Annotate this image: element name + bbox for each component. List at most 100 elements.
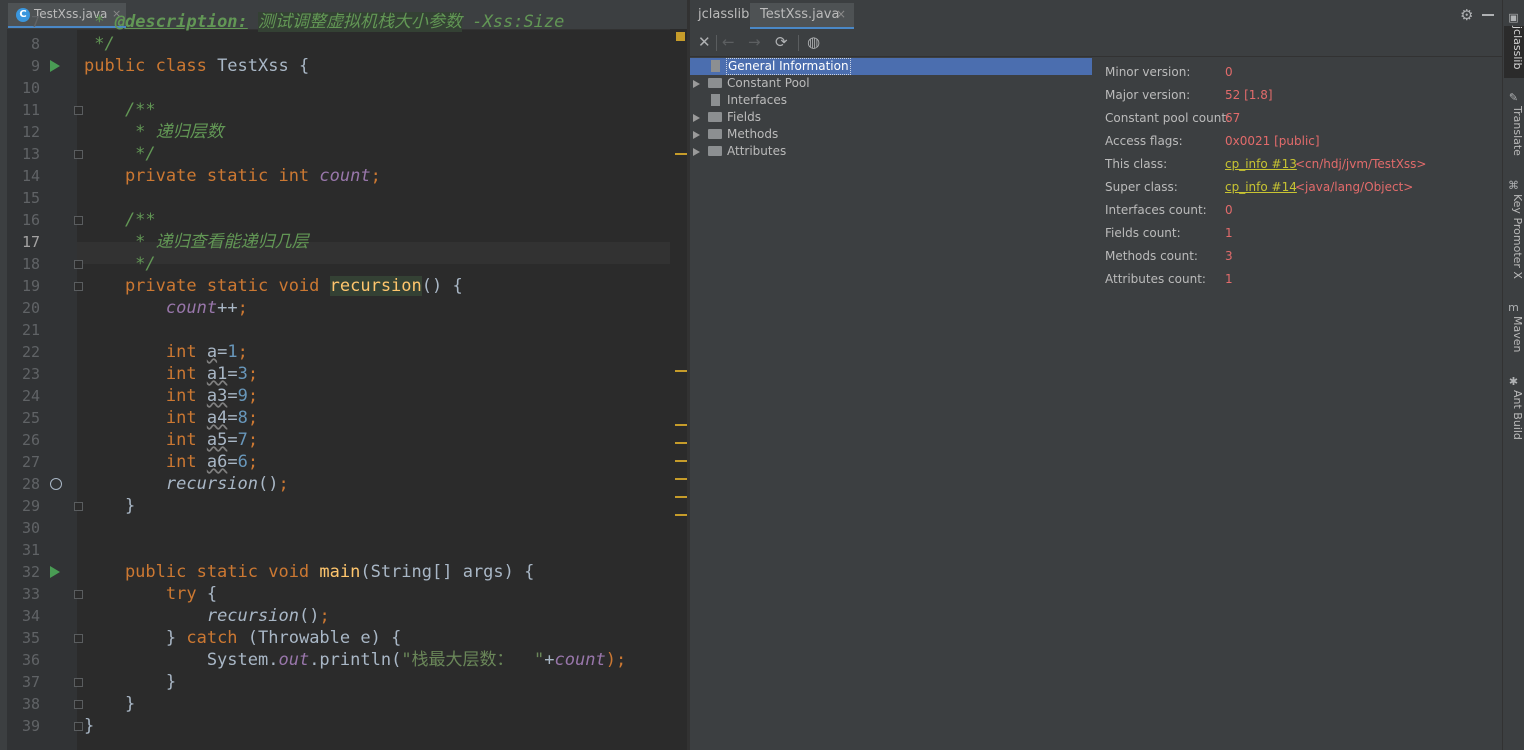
gear-icon[interactable]: ⚙	[1460, 8, 1474, 23]
tree-item-label: Methods	[727, 127, 779, 141]
warning-marker[interactable]	[676, 32, 685, 41]
translate-icon: ✎	[1508, 91, 1519, 104]
code-line[interactable]: private static int count;	[84, 165, 381, 187]
tree-item-interfaces[interactable]: Interfaces	[690, 92, 1092, 109]
tab-jclasslib[interactable]: jclasslib:	[698, 7, 754, 22]
code-token: count	[165, 298, 218, 318]
line-number: 19	[21, 277, 40, 295]
tool-window-key-promoter-x[interactable]: Key Promoter X	[1504, 194, 1524, 298]
forward-arrow-icon[interactable]: →	[748, 34, 761, 50]
code-line[interactable]: } catch (Throwable e) {	[84, 627, 401, 649]
fold-marker-icon[interactable]	[74, 216, 83, 225]
run-gutter-icon[interactable]	[50, 60, 60, 72]
tool-window-jclasslib[interactable]: jclasslib	[1504, 26, 1524, 78]
code-line[interactable]: }	[84, 693, 135, 715]
error-stripe-mark[interactable]	[675, 460, 687, 462]
cp-info-link[interactable]: cp_info #13	[1225, 154, 1297, 174]
code-editor[interactable]: C TestXss.java × 7 8 9 10 11 12 13 14 15 16 17 18 19…	[0, 0, 688, 750]
error-stripe-mark[interactable]	[675, 370, 687, 372]
fold-marker-icon[interactable]	[74, 722, 83, 731]
tree-item-attributes[interactable]: Attributes	[690, 143, 1092, 160]
error-stripe-mark[interactable]	[675, 442, 687, 444]
expand-triangle-icon[interactable]	[693, 131, 700, 139]
error-stripe-mark[interactable]	[675, 424, 687, 426]
code-line[interactable]: int a6=6;	[84, 451, 258, 473]
info-key: Attributes count:	[1105, 272, 1206, 286]
fold-marker-icon[interactable]	[74, 106, 83, 115]
line-number: 22	[21, 343, 40, 361]
error-stripe-mark[interactable]	[675, 496, 687, 498]
tree-item-fields[interactable]: Fields	[690, 109, 1092, 126]
tree-item-methods[interactable]: Methods	[690, 126, 1092, 143]
expand-triangle-icon[interactable]	[693, 148, 700, 156]
fold-marker-icon[interactable]	[74, 678, 83, 687]
tool-window-ant-build[interactable]: Ant Build	[1504, 390, 1524, 456]
fold-marker-icon[interactable]	[74, 150, 83, 159]
code-token: }	[84, 672, 177, 692]
code-line[interactable]: count++;	[84, 297, 248, 319]
info-key: Major version:	[1105, 88, 1191, 102]
code-area[interactable]: * @description: 测试调整虚拟机栈大小参数 -Xss:Size *…	[84, 0, 679, 750]
code-token: */	[84, 34, 115, 54]
code-line[interactable]: }	[84, 495, 135, 517]
code-line[interactable]: public static void main(String[] args) {	[84, 561, 534, 583]
fold-marker-icon[interactable]	[74, 590, 83, 599]
code-line[interactable]: * 递归查看能递归几层	[84, 231, 308, 253]
fold-marker-icon[interactable]	[74, 260, 83, 269]
code-line[interactable]: try {	[84, 583, 217, 605]
fold-marker-icon[interactable]	[74, 502, 83, 511]
code-line[interactable]: * @description: 测试调整虚拟机栈大小参数 -Xss:Size	[84, 11, 564, 33]
code-token: int	[84, 452, 207, 472]
code-line[interactable]: int a5=7;	[84, 429, 258, 451]
code-line[interactable]: recursion();	[84, 473, 289, 495]
code-line[interactable]: */	[84, 143, 155, 165]
code-line[interactable]: }	[84, 671, 176, 693]
code-line[interactable]: int a1=3;	[84, 363, 258, 385]
fold-marker-icon[interactable]	[74, 634, 83, 643]
code-line[interactable]: int a=1;	[84, 341, 248, 363]
close-icon[interactable]: ✕	[698, 34, 711, 50]
minimize-icon[interactable]	[1482, 14, 1494, 16]
editor-scrollbar[interactable]	[670, 29, 688, 750]
code-line[interactable]: private static void recursion() {	[84, 275, 463, 297]
code-line[interactable]: int a3=9;	[84, 385, 258, 407]
code-line[interactable]: /**	[84, 99, 156, 121]
code-token: =	[217, 342, 228, 362]
close-tab-icon[interactable]: ×	[836, 7, 846, 21]
line-number: 30	[21, 519, 40, 537]
code-line[interactable]: */	[84, 33, 115, 55]
refresh-icon[interactable]: ⟳	[775, 34, 788, 50]
fold-marker-icon[interactable]	[74, 700, 83, 709]
tree-item-general-information[interactable]: General Information	[690, 58, 1092, 75]
code-token: }	[84, 716, 95, 736]
tree-item-constant-pool[interactable]: Constant Pool	[690, 75, 1092, 92]
browser-globe-icon[interactable]: ◍	[807, 34, 820, 50]
tree-item-label: General Information	[726, 58, 851, 75]
cp-info-link[interactable]: cp_info #14	[1225, 177, 1297, 197]
error-stripe-mark[interactable]	[675, 478, 687, 480]
error-stripe-mark[interactable]	[675, 514, 687, 516]
code-line[interactable]: */	[84, 253, 155, 275]
code-line[interactable]: }	[84, 715, 94, 737]
fold-marker-icon[interactable]	[74, 282, 83, 291]
tab-testxss-bytecode[interactable]: TestXss.java ×	[750, 3, 854, 29]
code-line[interactable]: recursion();	[84, 605, 330, 627]
code-token: ;	[247, 430, 259, 450]
code-line[interactable]: int a4=8;	[84, 407, 258, 429]
code-token: =	[227, 386, 238, 406]
code-line[interactable]: /**	[84, 209, 156, 231]
expand-triangle-icon[interactable]	[693, 80, 700, 88]
run-gutter-icon[interactable]	[50, 566, 60, 578]
tool-window-maven[interactable]: Maven	[1504, 316, 1524, 372]
code-line[interactable]: public class TestXss {	[84, 55, 309, 77]
expand-triangle-icon[interactable]	[693, 114, 700, 122]
code-line[interactable]: System.out.println("栈最大层数： "+count);	[84, 649, 626, 671]
error-stripe-mark[interactable]	[675, 153, 687, 155]
code-token: 8	[237, 408, 248, 428]
back-arrow-icon[interactable]: ←	[722, 34, 735, 50]
code-line[interactable]: * 递归层数	[84, 121, 223, 143]
line-number: 10	[21, 79, 40, 97]
class-structure-tree[interactable]: General Information Constant Pool Interfac…	[690, 56, 1092, 750]
tool-window-translate[interactable]: Translate	[1504, 106, 1524, 172]
